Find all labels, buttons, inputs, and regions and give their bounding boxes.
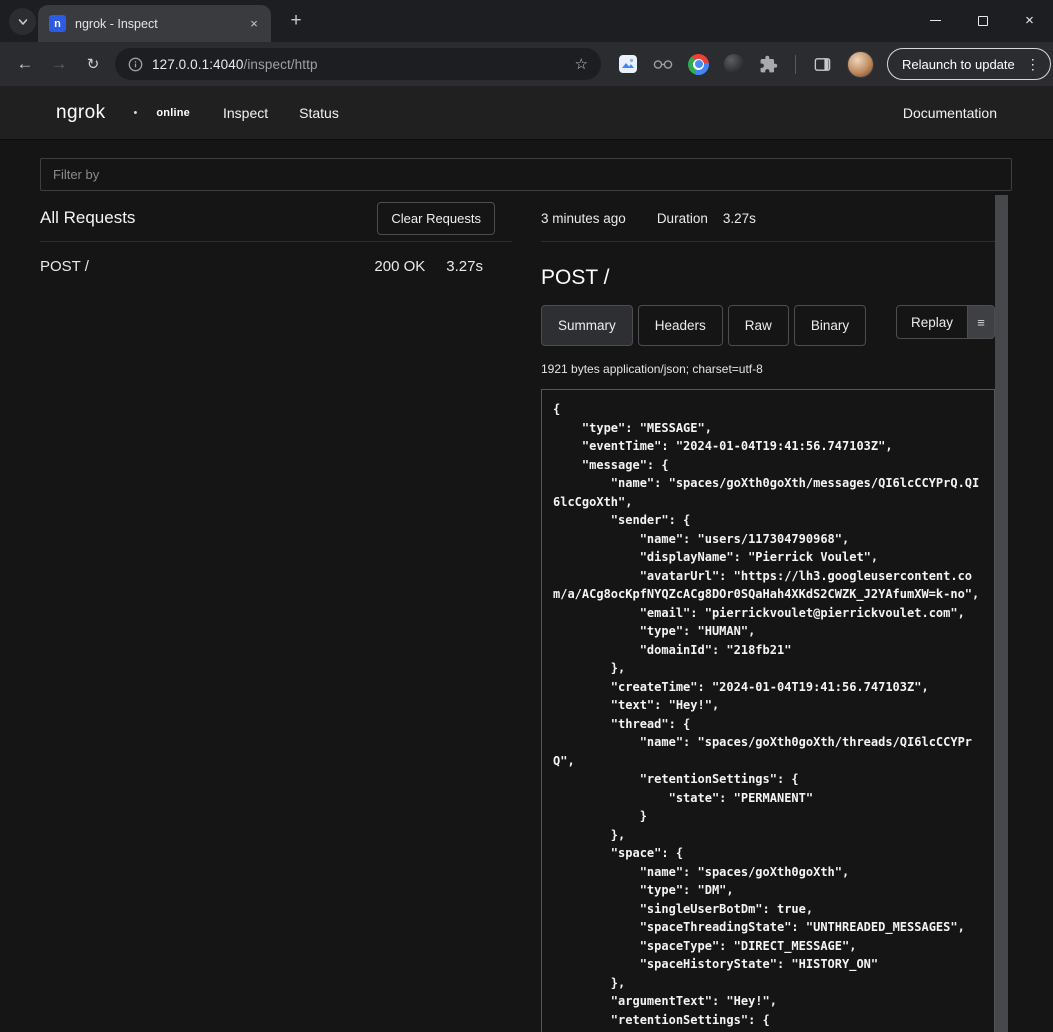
tab-search-button[interactable] [9, 8, 36, 35]
extensions-puzzle-icon[interactable] [759, 55, 778, 74]
chrome-profile-avatar[interactable] [847, 51, 874, 78]
tab-binary[interactable]: Binary [794, 305, 866, 346]
address-bar[interactable]: 127.0.0.1:4040/inspect/http ☆ [115, 48, 601, 80]
duration-label: Duration [657, 211, 708, 226]
window-controls: × [912, 0, 1053, 41]
request-detail-title: POST / [541, 266, 995, 290]
minimize-icon [930, 20, 941, 22]
replay-button[interactable]: Replay [896, 305, 968, 339]
requests-panel-header: All Requests Clear Requests [40, 195, 512, 242]
ngrok-favicon: n [49, 15, 66, 32]
request-body-json: { "type": "MESSAGE", "eventTime": "2024-… [541, 389, 995, 1032]
url-path: /inspect/http [243, 57, 317, 72]
extensions-row [618, 54, 832, 75]
replay-menu-button[interactable]: ≡ [968, 305, 995, 339]
request-duration: 3.27s [446, 258, 483, 275]
duration-value: 3.27s [723, 211, 756, 226]
nav-item-documentation[interactable]: Documentation [903, 105, 997, 121]
chevron-down-icon [17, 16, 29, 28]
toolbar-separator [795, 55, 796, 74]
browser-toolbar: ← → ↻ 127.0.0.1:4040/inspect/http ☆ [0, 42, 1053, 86]
tab-close-icon[interactable]: × [245, 15, 263, 33]
clear-requests-button[interactable]: Clear Requests [377, 202, 495, 235]
tab-strip: n ngrok - Inspect × + × [0, 0, 1053, 42]
bookmark-star-icon[interactable]: ☆ [575, 55, 588, 73]
filter-input[interactable] [40, 158, 1012, 191]
screenshot-extension-icon[interactable] [618, 54, 638, 74]
url-text: 127.0.0.1:4040/inspect/http [152, 57, 318, 72]
requests-panel: All Requests Clear Requests POST / 200 O… [40, 195, 512, 290]
replay-button-group: Replay ≡ [896, 305, 995, 339]
maximize-button[interactable] [959, 0, 1006, 41]
close-window-button[interactable]: × [1006, 0, 1053, 41]
relaunch-button[interactable]: Relaunch to update ⋮ [887, 48, 1051, 80]
vertical-scrollbar[interactable] [995, 195, 1008, 1032]
chrome-logo-icon[interactable] [688, 54, 709, 75]
request-detail-panel: 3 minutes ago Duration 3.27s POST / Summ… [541, 195, 995, 1032]
all-requests-title: All Requests [40, 208, 135, 228]
browser-window: n ngrok - Inspect × + × ← → ↻ 127.0.0.1:… [0, 0, 1053, 1032]
request-time-ago: 3 minutes ago [541, 211, 626, 226]
browser-tab[interactable]: n ngrok - Inspect × [38, 5, 271, 42]
tab-title: ngrok - Inspect [75, 17, 236, 31]
detail-header: 3 minutes ago Duration 3.27s [541, 195, 995, 242]
status-online-label: online [156, 107, 190, 119]
relaunch-label: Relaunch to update [902, 57, 1015, 72]
ngrok-header: ngrok • online Inspect Status Documentat… [0, 86, 1053, 140]
tab-summary[interactable]: Summary [541, 305, 633, 346]
tab-raw[interactable]: Raw [728, 305, 789, 346]
status-dot-icon: • [134, 107, 138, 119]
request-method-path: POST / [40, 258, 89, 275]
page-content: All Requests Clear Requests POST / 200 O… [0, 140, 1053, 1032]
side-panel-icon[interactable] [813, 55, 832, 74]
ngrok-logo[interactable]: ngrok [56, 102, 106, 124]
reload-button[interactable]: ↻ [76, 47, 110, 81]
tab-headers[interactable]: Headers [638, 305, 723, 346]
maximize-icon [978, 16, 988, 26]
minimize-button[interactable] [912, 0, 959, 41]
request-row[interactable]: POST / 200 OK 3.27s [40, 242, 512, 290]
glasses-extension-icon[interactable] [653, 57, 673, 71]
nav-item-inspect[interactable]: Inspect [223, 105, 268, 121]
back-button[interactable]: ← [8, 47, 42, 81]
content-type-meta: 1921 bytes application/json; charset=utf… [541, 362, 995, 376]
forward-button[interactable]: → [42, 47, 76, 81]
detail-tabs: Summary Headers Raw Binary Replay ≡ [541, 305, 995, 346]
dark-orb-extension-icon[interactable] [724, 54, 744, 74]
new-tab-button[interactable]: + [283, 8, 309, 34]
request-status: 200 OK [374, 258, 425, 275]
kebab-menu-icon[interactable]: ⋮ [1023, 56, 1043, 73]
url-host: 127.0.0.1:4040 [152, 57, 243, 72]
nav-item-status[interactable]: Status [299, 105, 339, 121]
site-info-icon[interactable] [128, 57, 143, 72]
